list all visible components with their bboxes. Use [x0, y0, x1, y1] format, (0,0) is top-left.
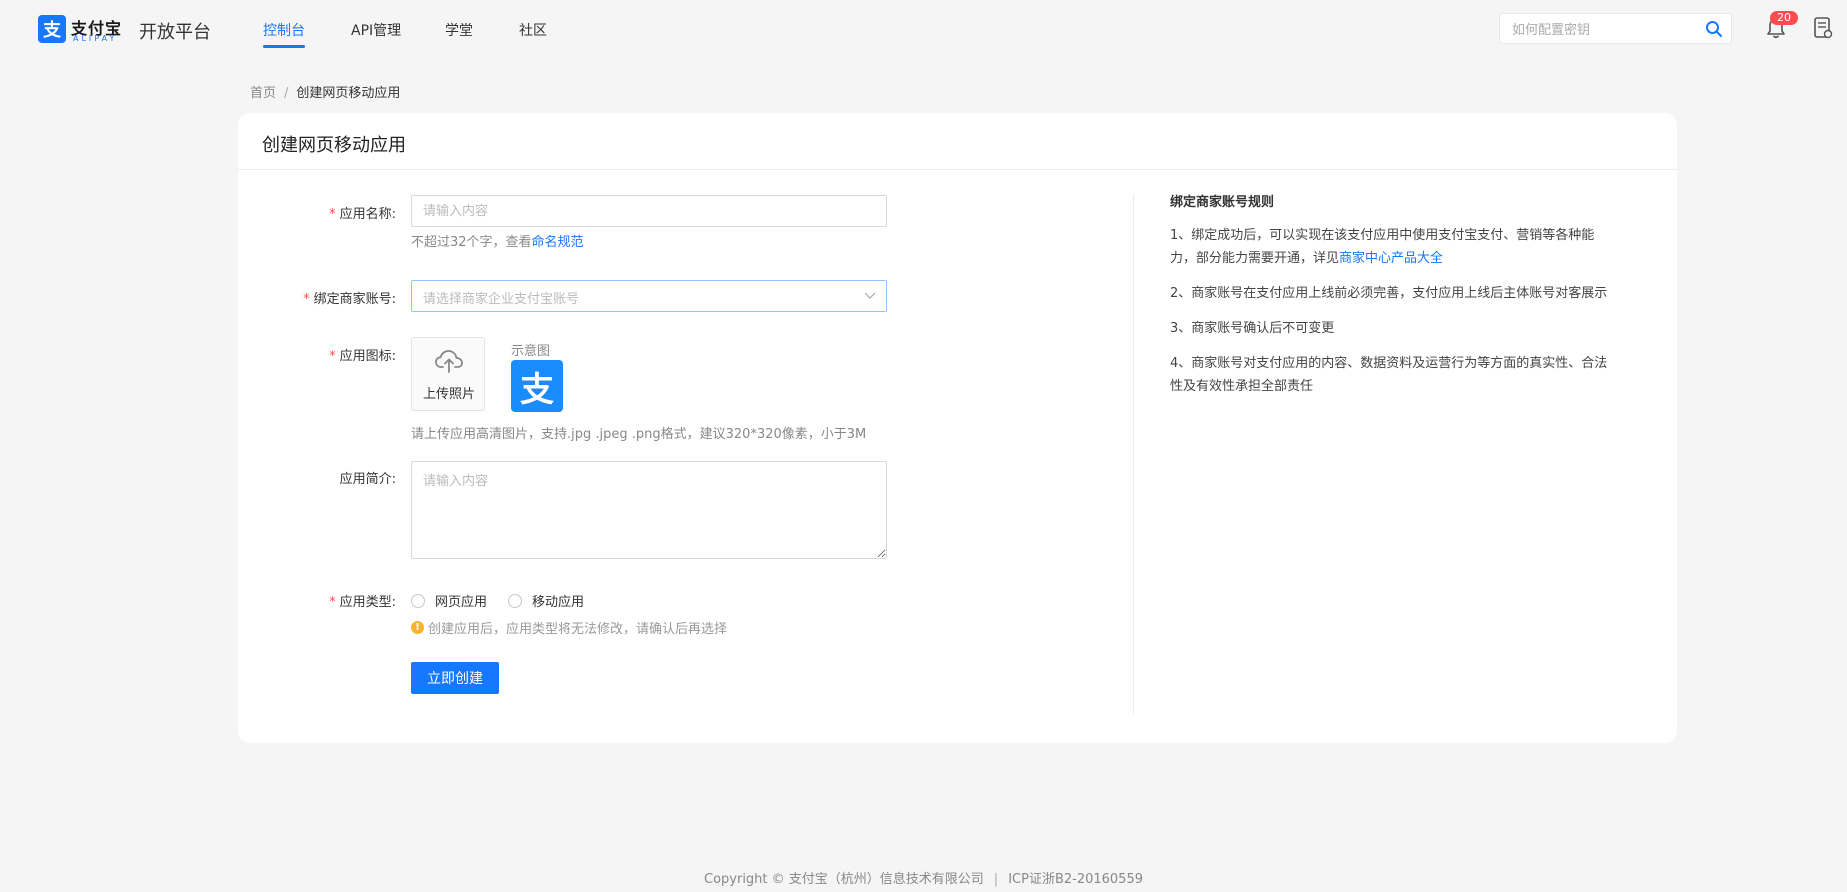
- footer: Copyright © 支付宝（杭州）信息技术有限公司 | ICP证浙B2-2016…: [0, 868, 1847, 887]
- sample-label: 示意图: [511, 344, 551, 359]
- merchant-label: * 绑定商家账号:: [303, 292, 396, 307]
- sample-alipay-icon: 支: [511, 360, 563, 412]
- footer-copyright: Copyright © 支付宝（杭州）信息技术有限公司: [704, 872, 984, 887]
- page-title: 创建网页移动应用: [262, 135, 406, 156]
- search-icon[interactable]: [1705, 20, 1723, 38]
- active-tab-indicator: [263, 45, 305, 48]
- app-name-input[interactable]: [411, 195, 887, 227]
- breadcrumb-current: 创建网页移动应用: [296, 86, 401, 101]
- top-navigation: 支 支付宝 ALIPAY 开放平台 控制台 API管理 学堂 社区 20: [0, 0, 1847, 58]
- rule-item: 1、绑定成功后，可以实现在该支付应用中使用支付宝支付、营销等各种能力，部分能力需…: [1170, 228, 1595, 266]
- rule-item: 2、商家账号在支付应用上线前必须完善，支付应用上线后主体账号对客展示: [1170, 286, 1608, 301]
- upload-photo-label: 上传照片: [422, 387, 475, 402]
- breadcrumb: 首页 / 创建网页移动应用: [250, 82, 400, 101]
- breadcrumb-home[interactable]: 首页: [250, 86, 276, 101]
- upload-photo-button[interactable]: 上传照片: [411, 337, 485, 411]
- merchant-select[interactable]: 请选择商家企业支付宝账号: [411, 280, 887, 312]
- merchant-select-placeholder: 请选择商家企业支付宝账号: [423, 292, 580, 307]
- warning-icon: !: [411, 621, 424, 634]
- app-intro-label: 应用简介:: [339, 472, 396, 487]
- app-name-hint: 不超过32个字，查看命名规范: [411, 235, 584, 250]
- sample-glyph: 支: [520, 369, 554, 410]
- required-mark: *: [329, 595, 336, 610]
- logo-subtext: ALIPAY: [73, 34, 118, 43]
- rule-item: 4、商家账号对支付应用的内容、数据资料及运营行为等方面的真实性、合法性及有效性承…: [1170, 356, 1608, 394]
- tab-academy[interactable]: 学堂: [445, 20, 473, 40]
- alipay-logo-icon[interactable]: 支: [38, 15, 66, 43]
- cloud-upload-icon: [435, 350, 463, 373]
- merchant-rules-panel: 绑定商家账号规则 1、绑定成功后，可以实现在该支付应用中使用支付宝支付、营销等各…: [1170, 191, 1620, 410]
- radio-circle[interactable]: [508, 593, 522, 608]
- column-divider: [1133, 194, 1134, 714]
- document-icon[interactable]: [1813, 16, 1833, 40]
- title-divider: [238, 169, 1677, 170]
- search-input[interactable]: [1510, 20, 1704, 40]
- rules-title: 绑定商家账号规则: [1170, 195, 1275, 210]
- notification-badge: 20: [1770, 11, 1798, 25]
- rule-item: 3、商家账号确认后不可变更: [1170, 321, 1335, 336]
- search-box: [1499, 13, 1732, 44]
- required-mark: *: [303, 292, 310, 307]
- platform-title[interactable]: 开放平台: [139, 18, 211, 44]
- app-type-label: * 应用类型:: [329, 595, 396, 610]
- required-mark: *: [329, 207, 336, 222]
- app-icon-hint: 请上传应用高清图片，支持.jpg .jpeg .png格式，建议320*320像…: [411, 427, 867, 442]
- tab-community[interactable]: 社区: [519, 20, 547, 40]
- tab-console[interactable]: 控制台: [263, 20, 305, 40]
- create-app-card: 创建网页移动应用 *应用名称: 不超过32个字，查看命名规范 *绑定商家账号: …: [238, 113, 1677, 743]
- chevron-down-icon: [864, 292, 876, 299]
- footer-icp[interactable]: ICP证浙B2-20160559: [1008, 872, 1143, 887]
- naming-rules-link[interactable]: 命名规范: [532, 235, 584, 250]
- radio-web-app[interactable]: 网页应用: [411, 591, 487, 610]
- radio-mobile-app[interactable]: 移动应用: [508, 591, 584, 610]
- footer-separator: |: [993, 872, 999, 887]
- app-intro-textarea[interactable]: [411, 461, 887, 559]
- product-catalog-link[interactable]: 商家中心产品大全: [1339, 251, 1443, 266]
- tab-api-management[interactable]: API管理: [351, 20, 401, 40]
- app-name-label: * 应用名称:: [329, 207, 396, 222]
- radio-circle[interactable]: [411, 593, 425, 608]
- create-now-button[interactable]: 立即创建: [411, 662, 499, 694]
- breadcrumb-separator: /: [284, 86, 289, 101]
- required-mark: *: [329, 349, 336, 364]
- app-icon-label: * 应用图标:: [329, 349, 396, 364]
- app-type-warning: ! 创建应用后，应用类型将无法修改，请确认后再选择: [411, 618, 727, 637]
